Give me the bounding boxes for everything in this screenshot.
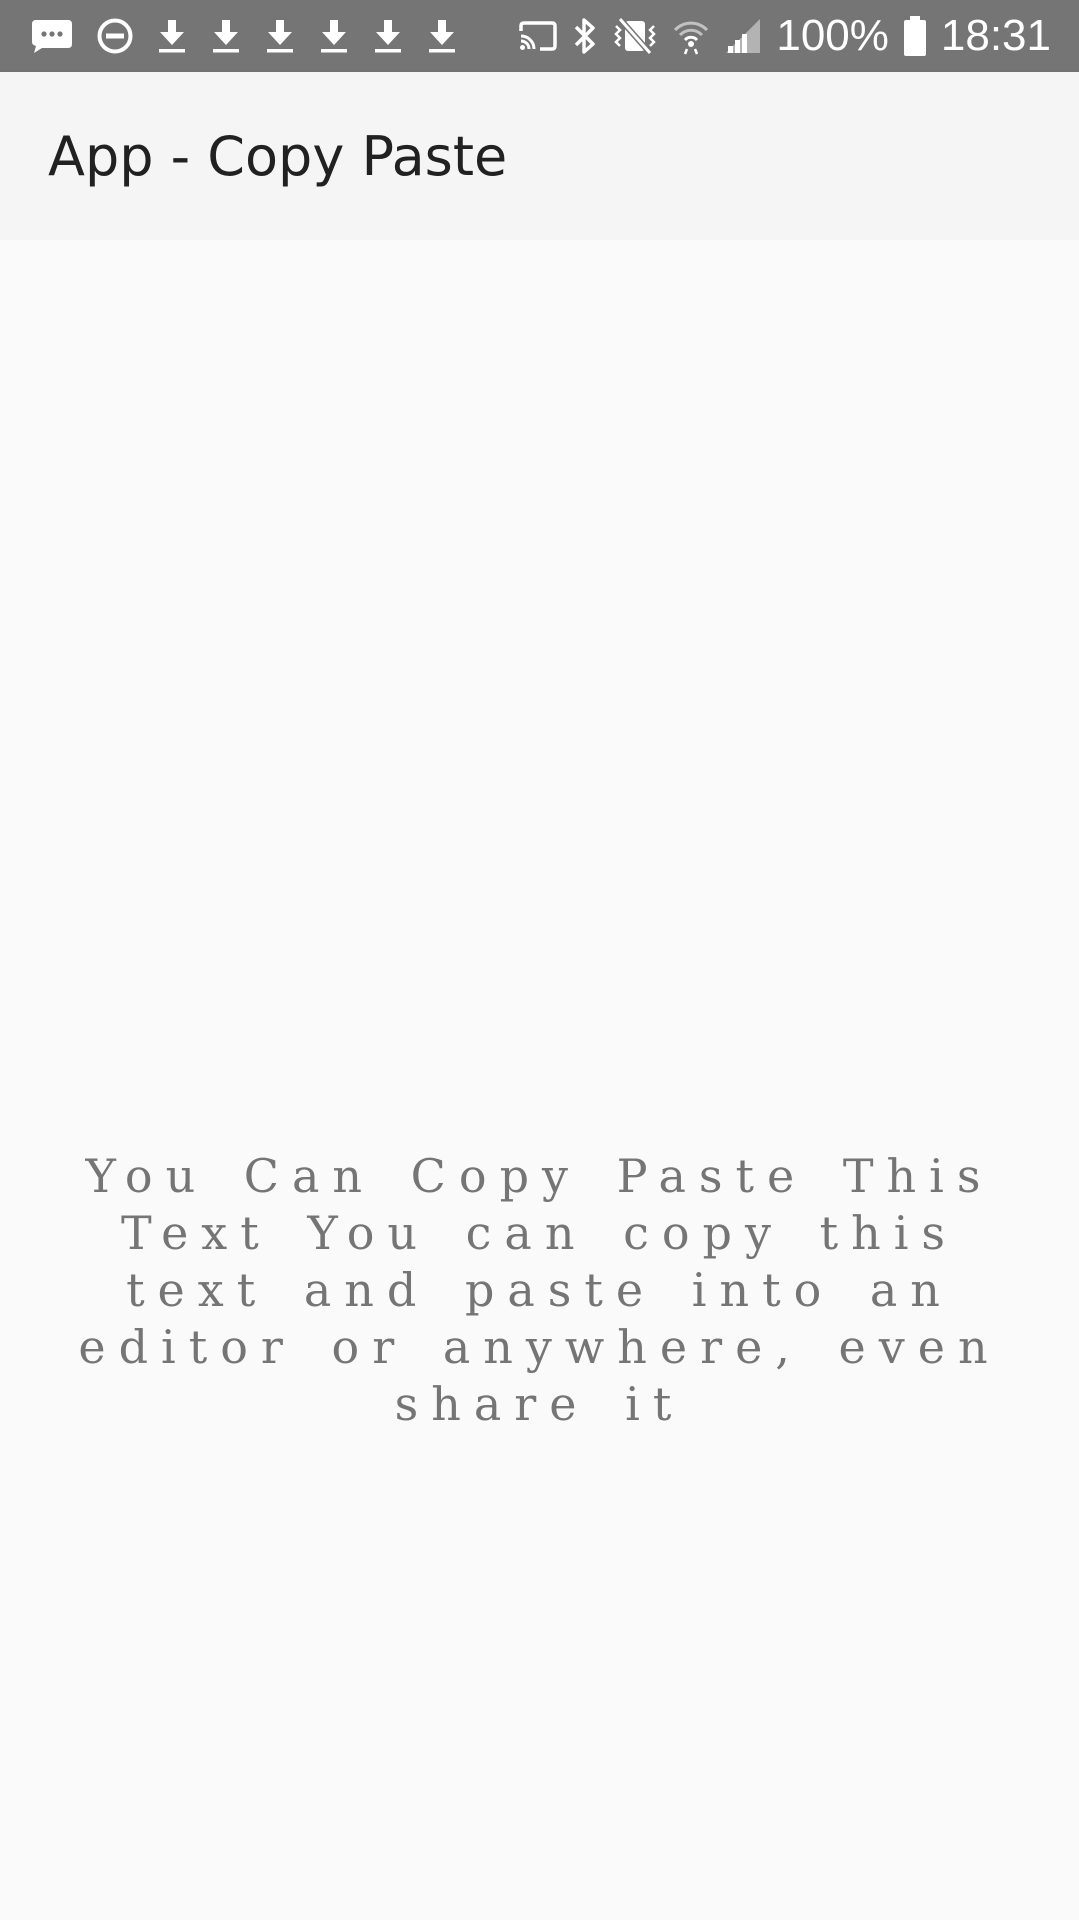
message-icon [30,14,74,58]
cast-icon [518,14,558,58]
do-not-disturb-icon [96,14,134,58]
download-icon [318,14,350,58]
copyable-text[interactable]: You Can Copy Paste This Text You can cop… [40,1148,1039,1433]
status-bar-notifications [30,14,458,58]
vibrate-mute-icon [612,14,658,58]
download-icon [156,14,188,58]
page-title: App - Copy Paste [48,124,508,188]
status-bar-system: 100% 18:31 [518,0,1051,72]
download-icon [372,14,404,58]
download-icon [426,14,458,58]
signal-icon [724,14,762,58]
status-time: 18:31 [940,11,1051,60]
download-icon [210,14,242,58]
bluetooth-icon [572,14,598,58]
download-icon [264,14,296,58]
main-content [0,240,1079,1920]
battery-icon [903,14,927,58]
wifi-icon [672,14,710,58]
app-bar: App - Copy Paste [0,72,1079,240]
battery-percentage: 100% [776,11,889,60]
status-bar: 100% 18:31 [0,0,1079,72]
